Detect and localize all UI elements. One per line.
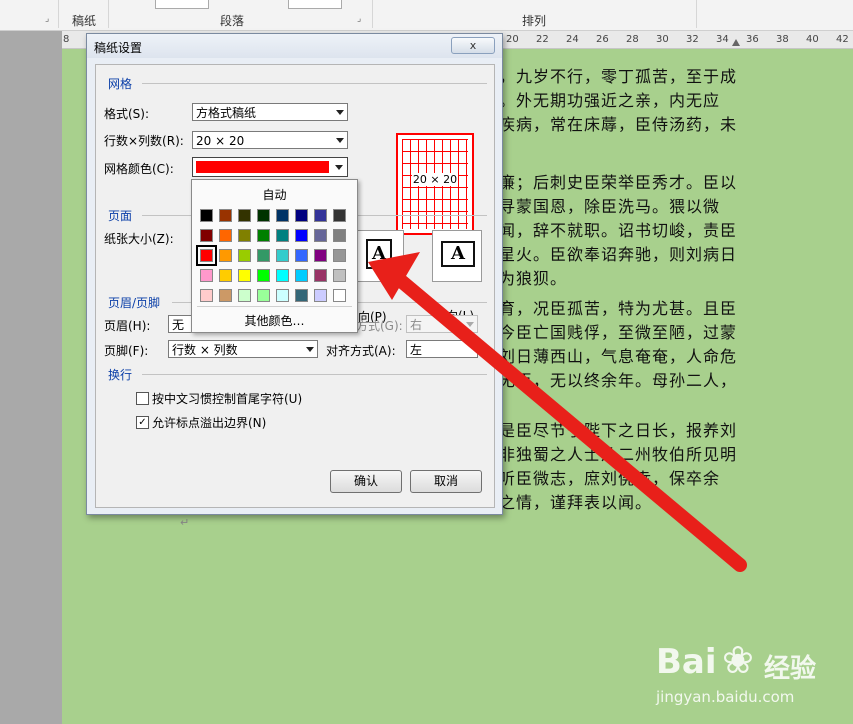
annotation-arrow-shaft: [393, 273, 747, 572]
watermark-brand: Bai: [656, 642, 717, 682]
baidu-watermark: Bai ❀ 经验 jingyan.baidu.com: [652, 632, 852, 722]
watermark-suffix: 经验: [764, 654, 817, 684]
annotation-arrow-overlay: [368, 252, 747, 572]
watermark-url: jingyan.baidu.com: [656, 688, 795, 706]
paw-icon: ❀: [722, 638, 754, 682]
